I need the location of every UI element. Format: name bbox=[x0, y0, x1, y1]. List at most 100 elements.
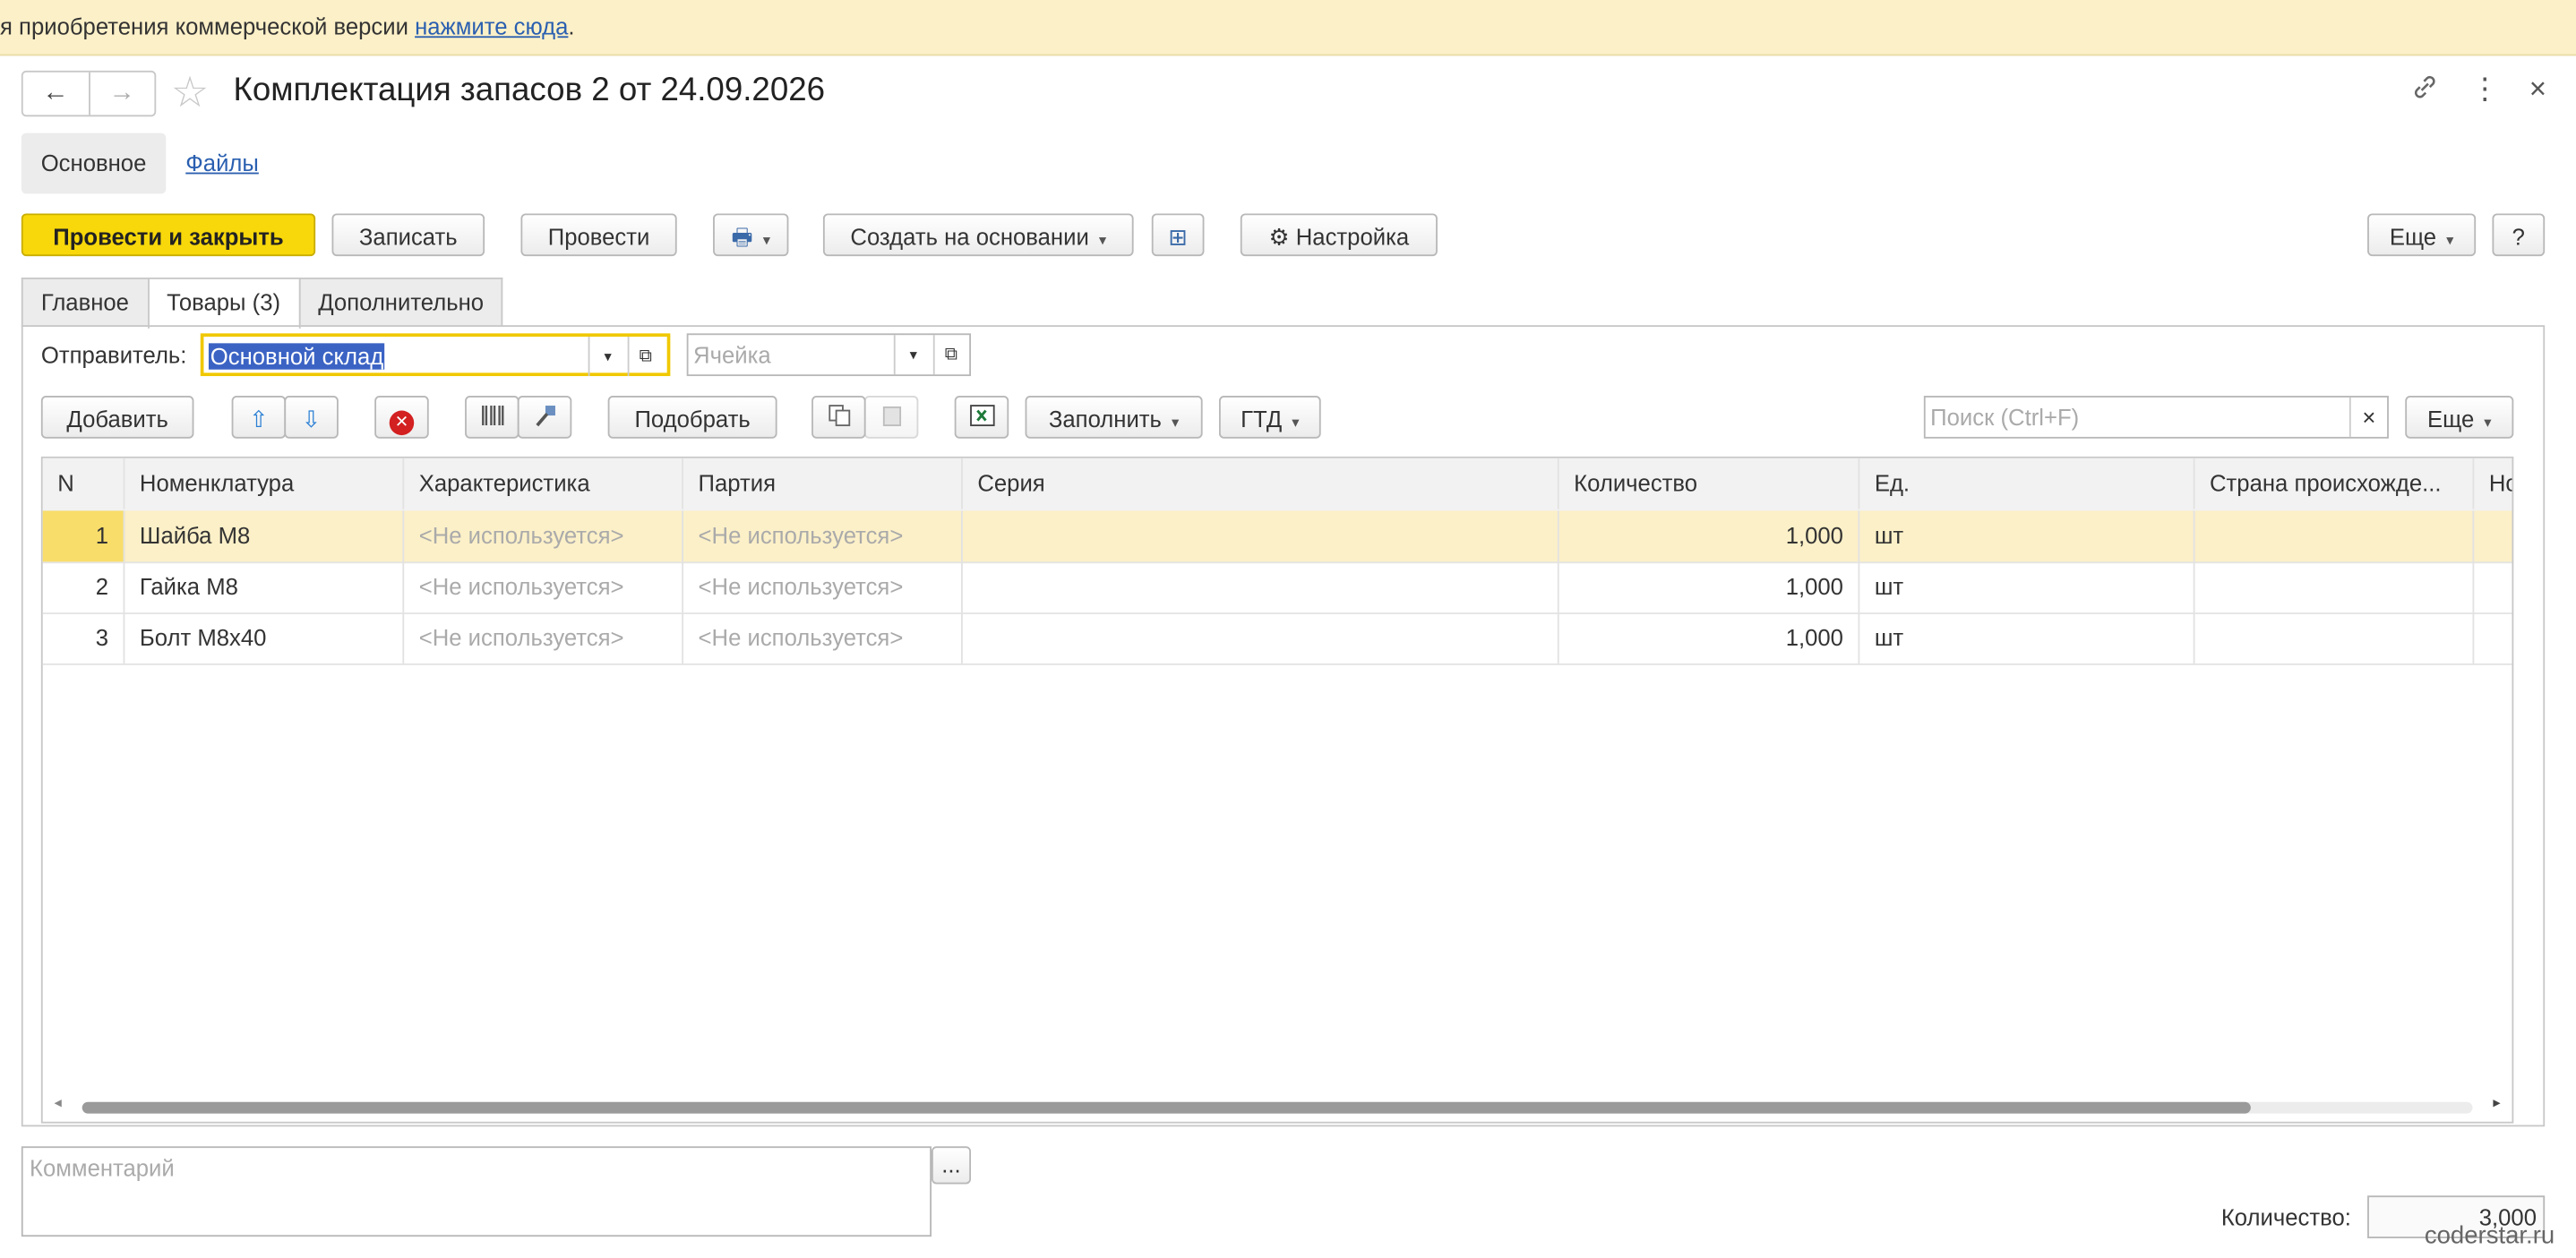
close-icon[interactable]: × bbox=[2529, 73, 2546, 110]
print-button[interactable]: 🖶 bbox=[713, 213, 789, 257]
table-more-button[interactable]: Еще bbox=[2405, 396, 2514, 439]
col-quantity[interactable]: Количество bbox=[1559, 458, 1860, 509]
cell-placeholder: Ячейка bbox=[693, 341, 771, 368]
col-unit[interactable]: Ед. bbox=[1859, 458, 2195, 509]
search-placeholder: Поиск (Ctrl+F) bbox=[1930, 404, 2080, 431]
move-up-icon[interactable]: ⇧ bbox=[231, 396, 287, 439]
post-and-close-button[interactable]: Провести и закрыть bbox=[21, 213, 316, 257]
scroll-right-icon[interactable]: ▸ bbox=[2493, 1094, 2500, 1112]
back-arrow-icon[interactable]: ← bbox=[23, 73, 88, 116]
banner-link[interactable]: нажмите сюда bbox=[415, 13, 568, 39]
favorite-star-icon[interactable]: ☆ bbox=[171, 69, 210, 115]
link-icon[interactable] bbox=[2411, 73, 2441, 110]
row-characteristic: <Не используется> bbox=[404, 612, 684, 664]
excel-svg bbox=[969, 405, 994, 426]
post-button[interactable]: Провести bbox=[520, 213, 677, 257]
paste-svg bbox=[881, 406, 901, 426]
sender-open-icon[interactable]: ⧉ bbox=[627, 337, 663, 377]
row-batch: <Не используется> bbox=[683, 510, 963, 562]
fill-button[interactable]: Заполнить bbox=[1025, 396, 1203, 439]
help-button[interactable]: ? bbox=[2492, 213, 2546, 257]
search-clear-icon[interactable]: × bbox=[2348, 397, 2387, 437]
col-n[interactable]: N bbox=[43, 458, 125, 509]
delete-icon: ✕ bbox=[389, 410, 415, 436]
scroll-left-icon[interactable]: ◂ bbox=[55, 1094, 62, 1112]
col-extra[interactable]: Но bbox=[2474, 458, 2512, 509]
cell-field[interactable]: Ячейка ▾ ⧉ bbox=[686, 333, 972, 377]
col-series[interactable]: Серия bbox=[963, 458, 1559, 509]
total-quantity-label: Количество: bbox=[2220, 1203, 2351, 1230]
more-vertical-icon[interactable]: ⋮ bbox=[2470, 73, 2500, 110]
create-based-on-button[interactable]: Создать на основании bbox=[822, 213, 1134, 257]
window-actions: ⋮ × bbox=[2411, 73, 2546, 110]
row-series bbox=[963, 510, 1559, 562]
structure-button[interactable]: ⊞ bbox=[1151, 213, 1205, 257]
row-unit: шт bbox=[1859, 612, 2195, 664]
row-quantity: 1,000 bbox=[1559, 561, 1860, 613]
delete-row-button[interactable]: ✕ bbox=[374, 396, 429, 439]
excel-icon[interactable] bbox=[954, 396, 1009, 439]
row-number: 3 bbox=[43, 612, 125, 664]
add-row-button[interactable]: Добавить bbox=[40, 396, 194, 439]
create-based-on-label: Создать на основании bbox=[850, 223, 1089, 250]
save-button[interactable]: Записать bbox=[331, 213, 485, 257]
history-nav: ← → bbox=[21, 70, 157, 117]
row-item: Болт М8х40 bbox=[125, 612, 405, 664]
row-series bbox=[963, 612, 1559, 664]
col-batch[interactable]: Партия bbox=[683, 458, 963, 509]
row-quantity: 1,000 bbox=[1559, 612, 1860, 664]
sender-label: Отправитель: bbox=[40, 341, 187, 368]
row-country bbox=[2194, 612, 2475, 664]
document-title: Комплектация запасов 2 от 24.09.2026 bbox=[233, 72, 826, 109]
row-country bbox=[2194, 510, 2475, 562]
cell-dropdown-icon[interactable]: ▾ bbox=[893, 335, 932, 375]
row-quantity: 1,000 bbox=[1559, 510, 1860, 562]
move-down-icon[interactable]: ⇩ bbox=[284, 396, 339, 439]
comment-field[interactable]: Комментарий bbox=[21, 1146, 932, 1237]
more-button[interactable]: Еще bbox=[2367, 213, 2477, 257]
table-row[interactable]: 1 Шайба М8 <Не используется> <Не использ… bbox=[42, 510, 2512, 564]
fill-label: Заполнить bbox=[1048, 406, 1162, 432]
sender-dropdown-icon[interactable]: ▾ bbox=[588, 337, 626, 377]
table-row[interactable]: 2 Гайка М8 <Не используется> <Не использ… bbox=[42, 561, 2512, 614]
subnav-files[interactable]: Файлы bbox=[185, 133, 259, 194]
horizontal-scrollbar[interactable]: ◂ ▸ bbox=[41, 1094, 2513, 1120]
scanner-icon[interactable] bbox=[517, 396, 572, 439]
row-item: Шайба М8 bbox=[125, 510, 405, 562]
col-item[interactable]: Номенклатура bbox=[125, 458, 405, 509]
printer-icon: 🖶 bbox=[731, 223, 753, 250]
row-unit: шт bbox=[1859, 561, 2195, 613]
sender-value: Основной склад bbox=[208, 343, 386, 370]
tab-goods[interactable]: Товары (3) bbox=[147, 277, 301, 329]
table-row[interactable]: 3 Болт М8х40 <Не используется> <Не испол… bbox=[42, 612, 2512, 665]
cell-open-icon[interactable]: ⧉ bbox=[932, 335, 968, 375]
license-banner: я приобретения коммерческой версии нажми… bbox=[0, 0, 2576, 56]
comment-expand-button[interactable]: ... bbox=[931, 1146, 972, 1185]
col-country[interactable]: Страна происхожде... bbox=[2194, 458, 2475, 509]
scroll-thumb[interactable] bbox=[82, 1101, 2251, 1114]
barcode-icon[interactable] bbox=[465, 396, 519, 439]
comment-placeholder: Комментарий bbox=[30, 1154, 175, 1181]
row-characteristic: <Не используется> bbox=[404, 561, 684, 613]
tab-main[interactable]: Главное bbox=[21, 277, 149, 328]
sender-field[interactable]: Основной склад ▾ ⧉ bbox=[200, 333, 671, 377]
settings-label: Настройка bbox=[1295, 223, 1410, 250]
subnav-main[interactable]: Основное bbox=[21, 133, 167, 194]
forward-arrow-icon[interactable]: → bbox=[88, 72, 154, 116]
settings-button[interactable]: ⚙ Настройка bbox=[1240, 213, 1438, 257]
gtd-button[interactable]: ГТД bbox=[1218, 396, 1321, 439]
barcode-svg bbox=[481, 406, 503, 426]
paste-icon[interactable] bbox=[863, 396, 919, 439]
form-tabs: Главное Товары (3) Дополнительно bbox=[21, 277, 504, 329]
row-batch: <Не используется> bbox=[683, 612, 963, 664]
banner-tail: . bbox=[568, 13, 575, 40]
row-item: Гайка М8 bbox=[125, 561, 405, 613]
tab-additional[interactable]: Дополнительно bbox=[298, 277, 504, 328]
copy-icon[interactable] bbox=[811, 396, 866, 439]
copy-svg bbox=[828, 405, 850, 426]
row-series bbox=[963, 561, 1559, 613]
search-input[interactable]: Поиск (Ctrl+F) × bbox=[1923, 396, 2389, 439]
col-characteristic[interactable]: Характеристика bbox=[404, 458, 684, 509]
pick-button[interactable]: Подобрать bbox=[607, 396, 777, 439]
scanner-svg bbox=[535, 406, 555, 427]
